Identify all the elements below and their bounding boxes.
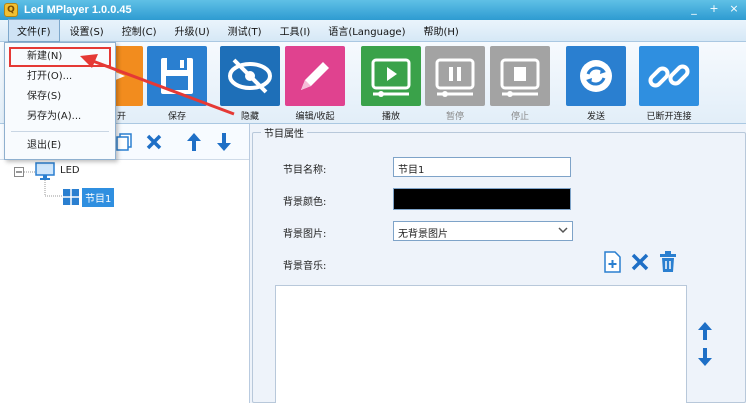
bg-image-label: 背景图片:	[283, 229, 327, 240]
menu-item-open[interactable]: 打开(O)...	[5, 67, 115, 87]
menu-bar: 文件(F) 设置(S) 控制(C) 升级(U) 测试(T) 工具(I) 语言(L…	[0, 19, 746, 42]
menu-help[interactable]: 帮助(H)	[415, 20, 466, 41]
remove-music-icon[interactable]	[631, 253, 649, 271]
program-properties-panel: 节目属性 节目名称: 节目1 背景颜色: 背景图片: 无背景图片 背景音乐:	[252, 124, 746, 403]
floppy-disk-icon	[147, 46, 207, 106]
maximize-button[interactable]: +	[708, 2, 720, 15]
file-menu-dropdown: 新建(N) 打开(O)... 保存(S) 另存为(A)... 退出(E)	[4, 42, 116, 160]
tree-item-program1[interactable]: 节目1	[82, 188, 115, 207]
play-icon	[361, 46, 421, 106]
bg-image-select[interactable]: 无背景图片	[393, 221, 573, 241]
menu-item-save[interactable]: 保存(S)	[5, 87, 115, 107]
add-file-icon[interactable]	[603, 251, 621, 273]
send-tool-button[interactable]: 发送	[565, 46, 627, 124]
play-tool-button[interactable]: 播放	[360, 46, 422, 124]
program-icon	[62, 188, 80, 206]
pencil-icon	[285, 46, 345, 106]
delete-icon[interactable]	[146, 134, 162, 150]
connection-status-button[interactable]: 已断开连接	[638, 46, 700, 124]
trash-icon[interactable]	[659, 251, 677, 273]
bg-image-select-value: 无背景图片	[398, 229, 448, 240]
tree-root-led[interactable]: LED	[60, 165, 80, 176]
move-down-icon[interactable]	[216, 132, 232, 152]
chevron-down-icon	[558, 224, 568, 236]
properties-group-title: 节目属性	[261, 125, 307, 140]
menu-settings[interactable]: 设置(S)	[62, 20, 112, 41]
window-title: Led MPlayer 1.0.0.45	[24, 4, 132, 16]
bg-color-label: 背景颜色:	[283, 197, 327, 208]
minimize-button[interactable]: _	[688, 2, 700, 15]
save-tool-label: 保存	[167, 112, 186, 122]
send-tool-label: 发送	[586, 112, 605, 122]
bg-color-picker[interactable]	[393, 188, 571, 210]
menu-language[interactable]: 语言(Language)	[320, 20, 413, 41]
stop-tool-button[interactable]: 停止	[489, 46, 551, 124]
stop-tool-label: 停止	[510, 112, 529, 122]
copy-icon[interactable]	[116, 133, 132, 151]
stop-icon	[490, 46, 550, 106]
collapse-toggle-icon[interactable]	[14, 167, 24, 177]
menu-item-save-as[interactable]: 另存为(A)...	[5, 107, 115, 127]
broken-link-icon	[639, 46, 699, 106]
connection-status-label: 已断开连接	[646, 112, 692, 122]
edit-tool-label: 编辑/收起	[295, 112, 335, 122]
music-move-down-icon[interactable]	[697, 347, 713, 367]
properties-group: 节目属性 节目名称: 节目1 背景颜色: 背景图片: 无背景图片 背景音乐:	[252, 125, 746, 403]
move-up-icon[interactable]	[186, 132, 202, 152]
program-name-input[interactable]: 节目1	[393, 157, 571, 177]
menu-tools[interactable]: 工具(I)	[272, 20, 319, 41]
music-move-up-icon[interactable]	[697, 321, 713, 341]
program-name-label: 节目名称:	[283, 165, 327, 176]
bg-music-list[interactable]	[275, 285, 687, 403]
pause-tool-button[interactable]: 暂停	[424, 46, 486, 124]
menu-control[interactable]: 控制(C)	[114, 20, 165, 41]
title-bar: Q Led MPlayer 1.0.0.45 _ + ×	[0, 0, 746, 20]
edit-tool-button[interactable]: 编辑/收起	[284, 46, 346, 124]
menu-upgrade[interactable]: 升级(U)	[167, 20, 218, 41]
save-tool-button[interactable]: 保存	[146, 46, 208, 124]
menu-item-new[interactable]: 新建(N)	[9, 47, 111, 67]
menu-file[interactable]: 文件(F)	[8, 19, 60, 42]
program-tree-panel: LED 节目1	[0, 124, 250, 403]
screen-icon	[35, 162, 55, 180]
hide-tool-button[interactable]: 隐藏	[219, 46, 281, 124]
bg-music-label: 背景音乐:	[283, 261, 327, 272]
menu-item-exit[interactable]: 退出(E)	[5, 136, 115, 156]
sync-send-icon	[566, 46, 626, 106]
close-button[interactable]: ×	[728, 2, 740, 15]
play-tool-label: 播放	[381, 112, 400, 122]
hide-tool-label: 隐藏	[240, 112, 259, 122]
app-logo-icon: Q	[4, 3, 18, 17]
pause-tool-label: 暂停	[445, 112, 464, 122]
menu-test[interactable]: 测试(T)	[220, 20, 270, 41]
pause-icon	[425, 46, 485, 106]
eye-hidden-icon	[220, 46, 280, 106]
menu-separator	[11, 131, 109, 132]
